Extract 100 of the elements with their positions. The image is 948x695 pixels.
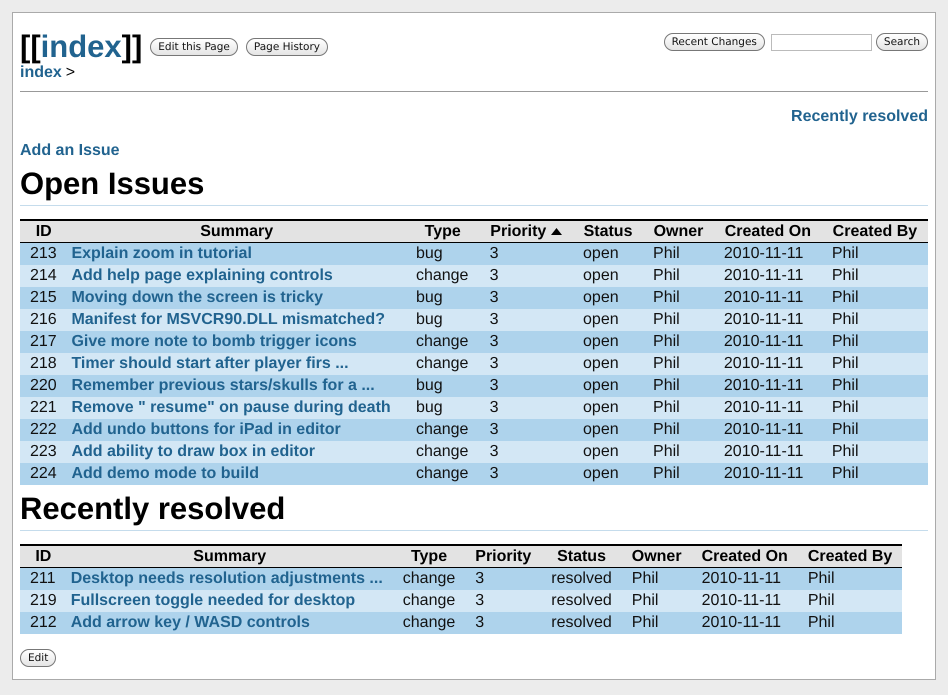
table-cell: 3 [480, 287, 574, 309]
table-cell: resolved [541, 612, 622, 634]
table-cell: open [573, 375, 644, 397]
issue-link[interactable]: Add demo mode to build [71, 465, 259, 482]
table-cell: 3 [480, 309, 574, 331]
edit-button[interactable]: Edit [20, 649, 56, 667]
breadcrumb-link[interactable]: index [20, 64, 62, 82]
table-cell: bug [406, 287, 480, 309]
issue-link[interactable]: Moving down the screen is tricky [71, 289, 324, 306]
table-cell: Phil [822, 331, 928, 353]
table-cell: 2010-11-11 [714, 441, 822, 463]
table-cell: change [392, 568, 466, 590]
column-header[interactable]: Status [541, 545, 622, 568]
recent-changes-button[interactable]: Recent Changes [664, 33, 765, 51]
table-cell: 223 [20, 441, 68, 463]
table-cell: 3 [465, 590, 542, 612]
add-issue-link[interactable]: Add an Issue [20, 142, 120, 159]
table-cell: Phil [643, 287, 714, 309]
column-header[interactable]: ID [20, 545, 67, 568]
column-header[interactable]: Summary [67, 220, 406, 242]
column-header[interactable]: Owner [643, 220, 714, 242]
table-cell: Phil [822, 242, 928, 265]
table-cell: 3 [480, 375, 574, 397]
table-cell: open [573, 331, 644, 353]
table-cell: open [573, 419, 644, 441]
page-button[interactable]: Page History [246, 38, 328, 56]
column-header[interactable]: Priority [465, 545, 542, 568]
table-cell: 215 [20, 287, 68, 309]
table-cell: change [392, 612, 466, 634]
table-cell: 212 [20, 612, 67, 634]
table-cell: 3 [480, 397, 574, 419]
table-cell: open [573, 463, 644, 485]
table-cell: 221 [20, 397, 68, 419]
column-header[interactable]: Created On [714, 220, 822, 242]
toc-link[interactable]: Recently resolved [791, 108, 928, 126]
table-cell: 3 [480, 353, 574, 375]
issue-link[interactable]: Add help page explaining controls [71, 267, 333, 284]
table-cell: 3 [465, 612, 542, 634]
table-cell: change [406, 331, 480, 353]
table-cell: resolved [541, 568, 622, 590]
table-cell: open [573, 397, 644, 419]
table-cell: 3 [465, 568, 542, 590]
table-cell: bug [406, 375, 480, 397]
table-cell: 214 [20, 265, 68, 287]
table-cell: 217 [20, 331, 68, 353]
table-cell: bug [406, 397, 480, 419]
table-cell: 219 [20, 590, 67, 612]
table-cell: change [406, 265, 480, 287]
issue-link[interactable]: Explain zoom in tutorial [71, 245, 252, 262]
issue-link[interactable]: Manifest for MSVCR90.DLL mismatched? [71, 311, 385, 328]
column-header[interactable]: Type [406, 220, 480, 242]
issue-link[interactable]: Add arrow key / WASD controls [70, 614, 310, 631]
column-header[interactable]: Created By [798, 545, 902, 568]
table-cell: Phil [822, 287, 928, 309]
column-header[interactable]: Created By [822, 220, 928, 242]
issue-link[interactable]: Give more note to bomb trigger icons [71, 333, 357, 350]
issue-link[interactable]: Remember previous stars/skulls for a ... [71, 377, 375, 394]
table-cell: Phil [643, 463, 714, 485]
column-header[interactable]: Type [392, 545, 466, 568]
issue-link[interactable]: Fullscreen toggle needed for desktop [70, 592, 356, 609]
table-cell: bug [406, 309, 480, 331]
issue-link[interactable]: Desktop needs resolution adjustments ... [70, 570, 383, 587]
search-button[interactable]: Search [876, 33, 928, 51]
table-cell: Phil [798, 568, 902, 590]
column-header[interactable]: Status [573, 220, 644, 242]
issue-link[interactable]: Timer should start after player firs ... [71, 355, 349, 372]
table-cell: Phil [643, 265, 714, 287]
issue-link[interactable]: Add undo buttons for iPad in editor [71, 421, 341, 438]
table-cell: 2010-11-11 [714, 375, 822, 397]
search-field[interactable] [770, 34, 872, 50]
table-cell: 3 [480, 331, 574, 353]
page-title: [[index]] [20, 31, 142, 63]
table-cell: Phil [798, 612, 902, 634]
column-header[interactable]: Created On [692, 545, 798, 568]
page-button[interactable]: Edit this Page [150, 38, 238, 56]
column-header[interactable]: ID [20, 220, 68, 242]
table-cell: 2010-11-11 [714, 463, 822, 485]
table-cell: 3 [480, 463, 574, 485]
table-cell: open [573, 265, 644, 287]
issue-link[interactable]: Remove " resume" on pause during death [71, 399, 391, 416]
table-cell: Phil [822, 309, 928, 331]
table-cell: Phil [822, 265, 928, 287]
table-cell: 211 [20, 568, 67, 590]
table-cell: open [573, 441, 644, 463]
table-cell: open [573, 242, 644, 265]
column-header[interactable]: Summary [66, 545, 393, 568]
table-cell: change [406, 353, 480, 375]
table-cell: Phil [643, 353, 714, 375]
table-cell: 2010-11-11 [692, 612, 798, 634]
column-header[interactable]: Owner [622, 545, 692, 568]
table-cell: change [406, 463, 480, 485]
table-cell: 2010-11-11 [692, 568, 798, 590]
column-header[interactable]: Priority [480, 220, 574, 242]
table-cell: open [573, 353, 644, 375]
table-cell: change [406, 441, 480, 463]
issue-link[interactable]: Add ability to draw box in editor [71, 443, 315, 460]
table-cell: 3 [480, 419, 574, 441]
title-link[interactable]: index [40, 29, 122, 64]
table-cell: Phil [822, 397, 928, 419]
table-cell: Phil [798, 590, 902, 612]
